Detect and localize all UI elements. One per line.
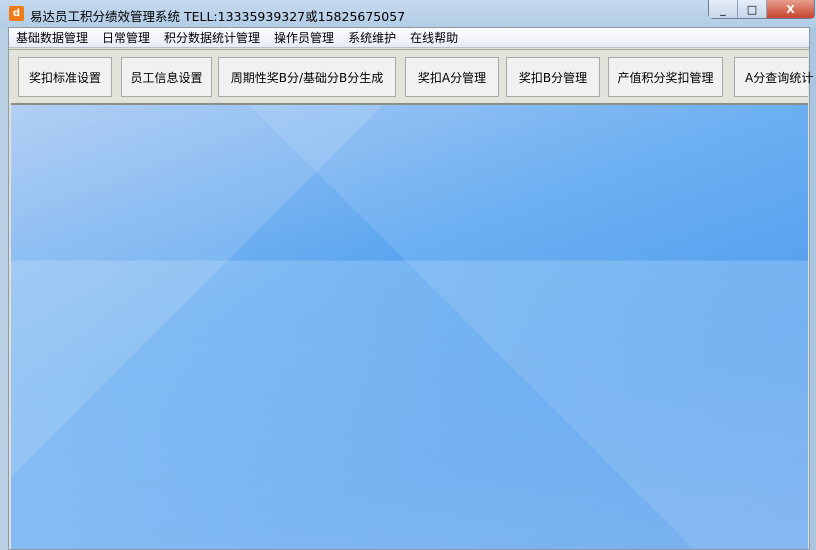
menu-maintenance[interactable]: 系统维护 (341, 28, 403, 47)
toolbar: 奖扣标准设置 员工信息设置 周期性奖B分/基础分B分生成 奖扣A分管理 奖扣B分… (9, 49, 813, 102)
output-points-button[interactable]: 产值积分奖扣管理 (608, 57, 723, 97)
menu-bar: 基础数据管理 日常管理 积分数据统计管理 操作员管理 系统维护 在线帮助 (9, 28, 809, 48)
b-points-button[interactable]: 奖扣B分管理 (506, 57, 600, 97)
close-button[interactable]: X (767, 0, 814, 18)
app-icon: d (9, 6, 24, 21)
menu-help[interactable]: 在线帮助 (403, 28, 465, 47)
menu-statistics[interactable]: 积分数据统计管理 (157, 28, 267, 47)
reward-standard-button[interactable]: 奖扣标准设置 (18, 57, 112, 97)
window-controls: _ □ X (708, 0, 815, 19)
main-window: 基础数据管理 日常管理 积分数据统计管理 操作员管理 系统维护 在线帮助 奖扣标… (8, 27, 813, 550)
menu-operators[interactable]: 操作员管理 (267, 28, 341, 47)
menu-basic-data[interactable]: 基础数据管理 (9, 28, 95, 47)
title-bar: d 易达员工积分绩效管理系统 TELL:13335939327或15825675… (0, 0, 816, 27)
menu-daily[interactable]: 日常管理 (95, 28, 157, 47)
generate-b-points-button[interactable]: 周期性奖B分/基础分B分生成 (218, 57, 396, 97)
a-points-query-button[interactable]: A分查询统计 (734, 57, 813, 97)
a-points-button[interactable]: 奖扣A分管理 (405, 57, 499, 97)
employee-info-button[interactable]: 员工信息设置 (121, 57, 212, 97)
minimize-button[interactable]: _ (709, 0, 738, 18)
background-area (11, 103, 808, 549)
window-title: 易达员工积分绩效管理系统 TELL:13335939327或1582567505… (30, 9, 406, 24)
maximize-button[interactable]: □ (738, 0, 767, 18)
